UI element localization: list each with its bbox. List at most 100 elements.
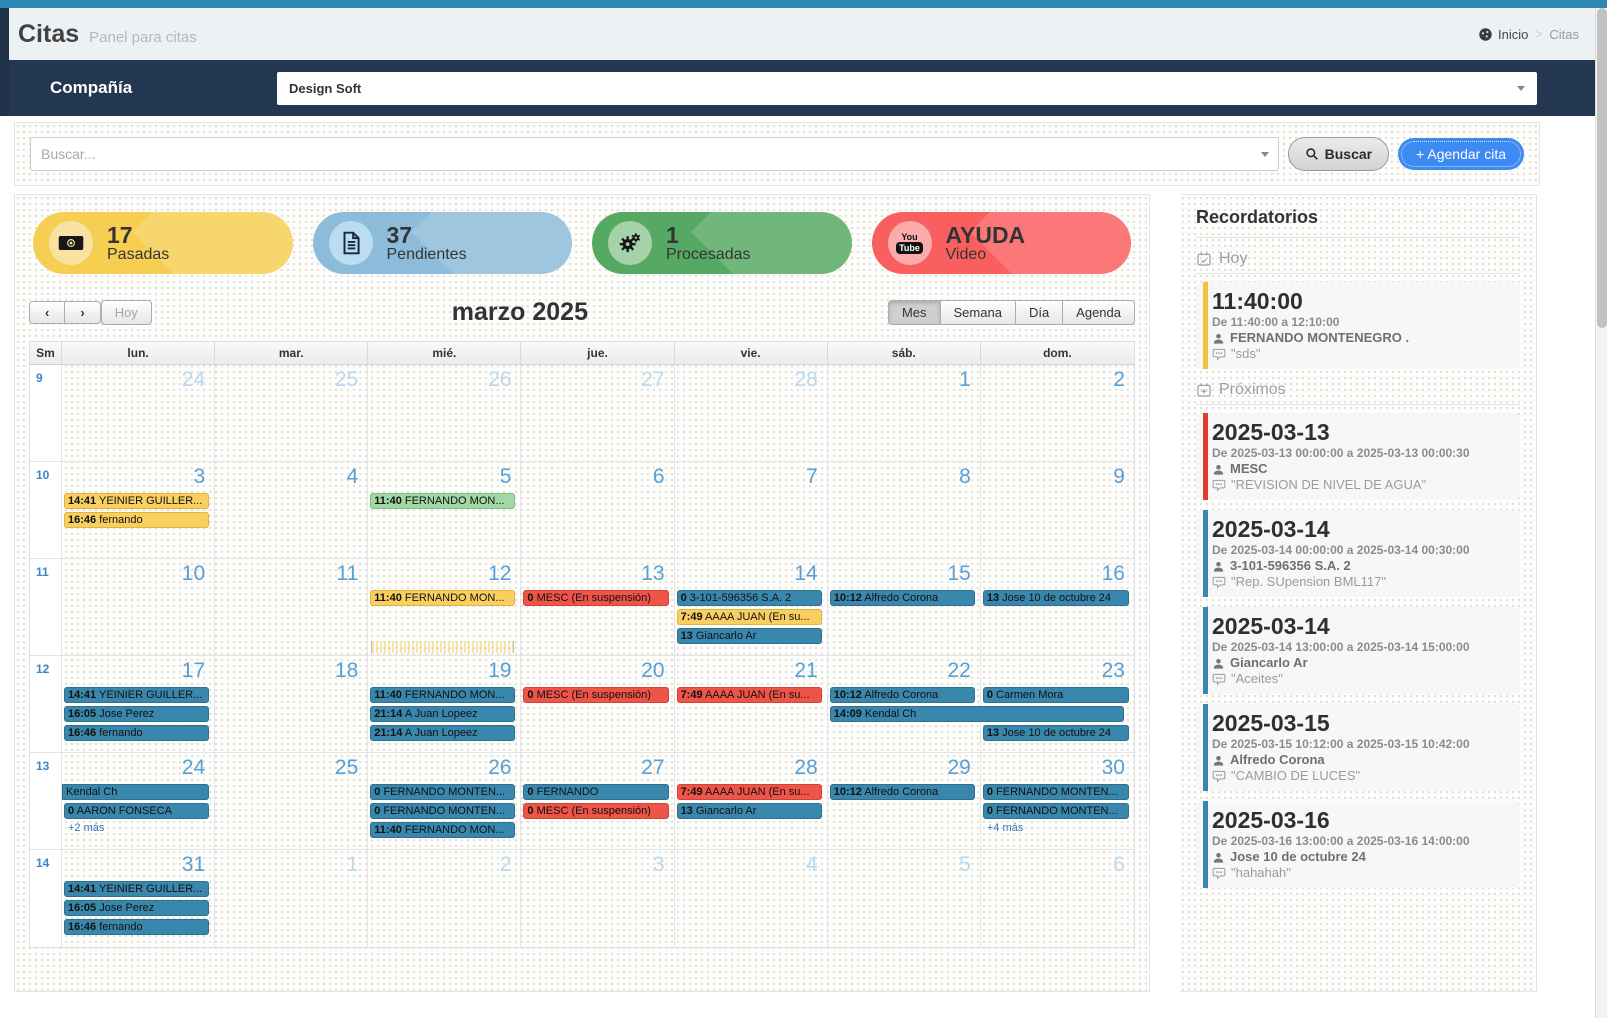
reminder-card[interactable]: 11:40:00De 11:40:00 a 12:10:00FERNANDO M… (1196, 282, 1520, 369)
schedule-appointment-button[interactable]: + Agendar cita (1398, 138, 1524, 170)
calendar-event[interactable]: 14:41 YEINIER GUILLER... (64, 493, 209, 509)
day-cell-15[interactable]: 1510:12 Alfredo Corona (828, 559, 981, 656)
calendar-event[interactable]: 0 AARON FONSECA (64, 803, 209, 819)
calendar-event[interactable]: 7:49 AAAA JUAN (En su... (677, 609, 822, 625)
day-cell-3[interactable]: 3 (521, 850, 674, 947)
day-cell-1[interactable]: 1 (828, 365, 981, 462)
next-month-button[interactable]: › (64, 301, 100, 324)
calendar-event[interactable]: 14:09 Kendal Ch (830, 706, 1124, 722)
calendar-event[interactable]: 14:41 YEINIER GUILLER... (64, 881, 209, 897)
day-cell-25[interactable]: 25 (215, 753, 368, 850)
calendar-event[interactable]: 10:12 Alfredo Corona (830, 687, 975, 703)
day-cell-16[interactable]: 1613 Jose 10 de octubre 24 (981, 559, 1134, 656)
calendar-event[interactable]: 7:49 AAAA JUAN (En su... (677, 687, 822, 703)
day-cell-30[interactable]: 300 FERNANDO MONTEN...0 FERNANDO MONTEN.… (981, 753, 1134, 850)
day-cell-27[interactable]: 27 (521, 365, 674, 462)
day-cell-10[interactable]: 10 (62, 559, 215, 656)
calendar-event[interactable]: 0 FERNANDO MONTEN... (983, 803, 1129, 819)
calendar-event[interactable]: 0 FERNANDO MONTEN... (370, 803, 515, 819)
calendar-event[interactable]: 16:05 Jose Perez (64, 706, 209, 722)
reminder-card[interactable]: 2025-03-15De 2025-03-15 10:12:00 a 2025-… (1196, 704, 1520, 791)
breadcrumb-home-link[interactable]: Inicio (1478, 27, 1528, 42)
day-cell-1[interactable]: 1 (215, 850, 368, 947)
day-cell-28[interactable]: 287:49 AAAA JUAN (En su...13 Giancarlo A… (675, 753, 828, 850)
more-events-link[interactable]: +2 más (68, 822, 214, 834)
calendar-event[interactable]: 11:40 FERNANDO MON... (370, 493, 515, 509)
calendar-event[interactable]: 11:40 FERNANDO MON... (370, 590, 515, 606)
day-cell-13[interactable]: 130 MESC (En suspensión) (521, 559, 674, 656)
day-cell-26[interactable]: 26 (368, 365, 521, 462)
calendar-event[interactable]: 14:41 YEINIER GUILLER... (64, 687, 209, 703)
view-button-semana[interactable]: Semana (940, 300, 1016, 325)
day-cell-31[interactable]: 3114:41 YEINIER GUILLER...16:05 Jose Per… (62, 850, 215, 947)
day-cell-24[interactable]: 24Kendal Ch0 AARON FONSECA+2 más (62, 753, 215, 850)
company-select[interactable]: Design Soft (277, 72, 1537, 105)
calendar-event[interactable]: 0 MESC (En suspensión) (523, 590, 668, 606)
day-cell-17[interactable]: 1714:41 YEINIER GUILLER...16:05 Jose Per… (62, 656, 215, 753)
scrollbar-thumb[interactable] (1597, 8, 1607, 328)
calendar-event[interactable]: 16:46 fernando (64, 512, 209, 528)
calendar-event[interactable]: 13 Jose 10 de octubre 24 (983, 725, 1129, 741)
day-cell-3[interactable]: 314:41 YEINIER GUILLER...16:46 fernando (62, 462, 215, 559)
stat-card-procesadas[interactable]: 1Procesadas (592, 212, 852, 274)
calendar-event[interactable]: Kendal Ch (62, 784, 209, 800)
calendar-event[interactable]: 16:46 fernando (64, 919, 209, 935)
prev-month-button[interactable]: ‹ (29, 301, 65, 324)
calendar-event[interactable]: 13 Giancarlo Ar (677, 628, 822, 644)
stat-card-video[interactable]: YouTubeAYUDAVideo (872, 212, 1132, 274)
day-cell-11[interactable]: 11 (215, 559, 368, 656)
calendar-event[interactable]: 13 Jose 10 de octubre 24 (983, 590, 1129, 606)
day-cell-2[interactable]: 2 (368, 850, 521, 947)
day-cell-4[interactable]: 4 (215, 462, 368, 559)
view-button-agenda[interactable]: Agenda (1062, 300, 1135, 325)
reminder-card[interactable]: 2025-03-13De 2025-03-13 00:00:00 a 2025-… (1196, 413, 1520, 500)
day-cell-24[interactable]: 24 (62, 365, 215, 462)
day-cell-14[interactable]: 140 3-101-596356 S.A. 27:49 AAAA JUAN (E… (675, 559, 828, 656)
day-cell-12[interactable]: 1211:40 FERNANDO MON... (368, 559, 521, 656)
more-events-link[interactable]: +4 más (987, 822, 1134, 834)
search-button[interactable]: Buscar (1288, 137, 1389, 171)
day-cell-29[interactable]: 2910:12 Alfredo Corona (828, 753, 981, 850)
page-scrollbar[interactable] (1595, 8, 1607, 1018)
calendar-event[interactable]: 0 FERNANDO (523, 784, 668, 800)
calendar-event[interactable]: 0 FERNANDO MONTEN... (983, 784, 1129, 800)
calendar-event[interactable]: 10:12 Alfredo Corona (830, 784, 975, 800)
view-button-día[interactable]: Día (1015, 300, 1063, 325)
stat-card-pendientes[interactable]: 37Pendientes (313, 212, 573, 274)
calendar-event[interactable]: 7:49 AAAA JUAN (En su... (677, 784, 822, 800)
day-cell-5[interactable]: 5 (828, 850, 981, 947)
day-cell-26[interactable]: 260 FERNANDO MONTEN...0 FERNANDO MONTEN.… (368, 753, 521, 850)
calendar-event[interactable]: 16:46 fernando (64, 725, 209, 741)
today-button[interactable]: Hoy (101, 300, 152, 325)
day-cell-9[interactable]: 9 (981, 462, 1134, 559)
day-cell-7[interactable]: 7 (675, 462, 828, 559)
calendar-event[interactable]: 16:05 Jose Perez (64, 900, 209, 916)
reminder-card[interactable]: 2025-03-14De 2025-03-14 00:00:00 a 2025-… (1196, 510, 1520, 597)
day-cell-2[interactable]: 2 (981, 365, 1134, 462)
day-cell-23[interactable]: 230 Carmen Mora13 Jose 10 de octubre 24 (981, 656, 1134, 753)
reminder-card[interactable]: 2025-03-14De 2025-03-14 13:00:00 a 2025-… (1196, 607, 1520, 694)
calendar-event[interactable]: 0 MESC (En suspensión) (523, 803, 668, 819)
calendar-event[interactable]: 21:14 A Juan Lopeez (370, 725, 515, 741)
reminder-card[interactable]: 2025-03-16De 2025-03-16 13:00:00 a 2025-… (1196, 801, 1520, 888)
calendar-event[interactable]: 0 FERNANDO MONTEN... (370, 784, 515, 800)
calendar-event[interactable]: 0 Carmen Mora (983, 687, 1129, 703)
calendar-event[interactable]: 11:40 FERNANDO MON... (370, 687, 515, 703)
search-input[interactable] (30, 137, 1279, 171)
calendar-event[interactable]: 0 3-101-596356 S.A. 2 (677, 590, 822, 606)
day-cell-27[interactable]: 270 FERNANDO0 MESC (En suspensión) (521, 753, 674, 850)
calendar-event[interactable]: 21:14 A Juan Lopeez (370, 706, 515, 722)
day-cell-6[interactable]: 6 (521, 462, 674, 559)
chevron-down-icon[interactable] (1261, 152, 1269, 157)
day-cell-18[interactable]: 18 (215, 656, 368, 753)
day-cell-28[interactable]: 28 (675, 365, 828, 462)
stat-card-pasadas[interactable]: 17Pasadas (33, 212, 293, 274)
day-cell-8[interactable]: 8 (828, 462, 981, 559)
day-cell-20[interactable]: 200 MESC (En suspensión) (521, 656, 674, 753)
day-cell-4[interactable]: 4 (675, 850, 828, 947)
day-cell-21[interactable]: 217:49 AAAA JUAN (En su... (675, 656, 828, 753)
view-button-mes[interactable]: Mes (888, 300, 941, 325)
day-cell-22[interactable]: 2210:12 Alfredo Corona14:09 Kendal Ch (828, 656, 981, 753)
day-cell-25[interactable]: 25 (215, 365, 368, 462)
calendar-event[interactable]: 11:40 FERNANDO MON... (370, 822, 515, 838)
